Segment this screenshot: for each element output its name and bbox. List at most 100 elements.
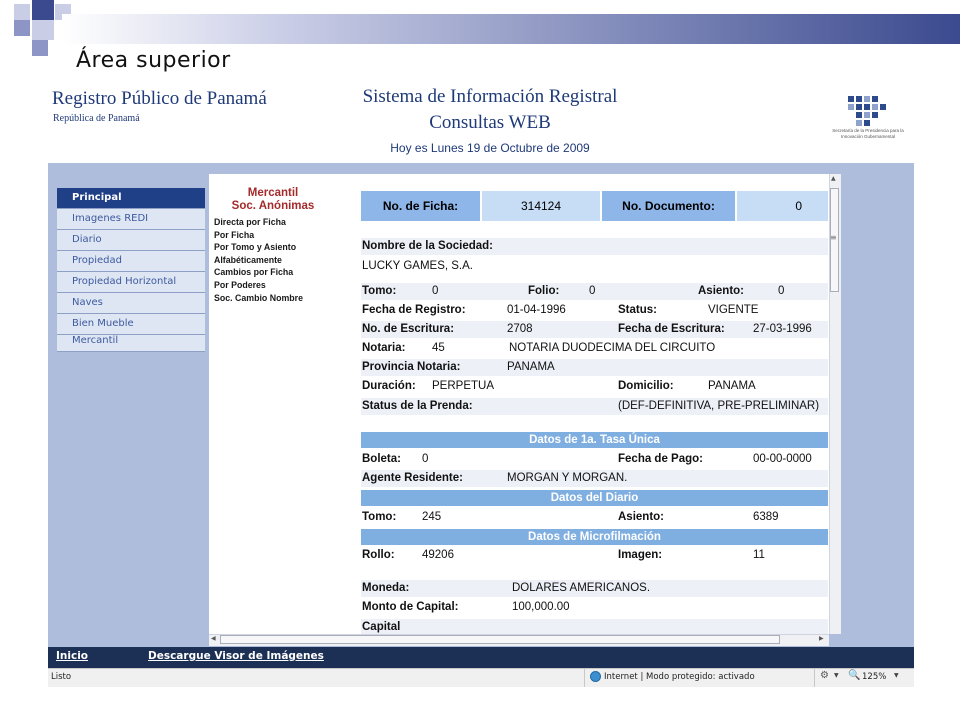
prenda-label: Status de la Prenda: — [362, 400, 473, 412]
left-navigation: Principal Imagenes REDI Diario Propiedad… — [57, 188, 205, 352]
imagen-value: 11 — [753, 549, 765, 561]
inicio-link[interactable]: Inicio — [56, 650, 88, 662]
nav-item-propiedad[interactable]: Propiedad — [57, 251, 205, 272]
ficha-value: 314124 — [520, 199, 562, 213]
status-separator — [584, 669, 585, 687]
status-label: Status: — [618, 304, 657, 316]
fecha-escritura-label: Fecha de Escritura: — [618, 323, 725, 335]
fecha-pago-label: Fecha de Pago: — [618, 453, 703, 465]
nav-item-mercantil[interactable]: Mercantil — [57, 335, 205, 352]
folio-label: Folio: — [528, 285, 560, 297]
ficha-label-box: No. de Ficha: — [361, 191, 480, 221]
decor-square — [32, 0, 54, 20]
system-subtitle: Consultas WEB — [429, 112, 551, 133]
system-title: Sistema de Información Registral — [362, 86, 618, 107]
diario-tomo-label: Tomo: — [362, 511, 397, 523]
nav-item-principal[interactable]: Principal — [57, 188, 205, 209]
descargue-visor-link[interactable]: Descargue Visor de Imágenes — [148, 650, 324, 662]
site-title: Registro Público de Panamá — [52, 88, 267, 109]
security-icon[interactable]: ⚙ — [820, 670, 829, 681]
date-text: Hoy es Lunes 19 de Octubre de 2009 — [390, 141, 590, 155]
decor-square — [14, 4, 30, 20]
ficha-label: No. de Ficha: — [382, 199, 459, 213]
submenu-link[interactable]: Alfabéticamente — [214, 254, 303, 267]
boleta-label: Boleta: — [362, 453, 401, 465]
slide-title: Área superior — [76, 48, 231, 73]
diario-asiento-label: Asiento: — [618, 511, 664, 523]
boleta-value: 0 — [422, 453, 429, 465]
folio-value: 0 — [589, 285, 596, 297]
submenu-links: Directa por Ficha Por Ficha Por Tomo y A… — [214, 216, 303, 304]
diario-asiento-value: 6389 — [753, 511, 779, 523]
status-separator — [814, 669, 815, 687]
notaria-label: Notaria: — [362, 342, 406, 354]
capital-monto-value: 100,000.00 — [512, 601, 570, 613]
decor-square — [14, 20, 30, 36]
scroll-up-arrow-icon[interactable]: ▲ — [831, 175, 836, 182]
agente-label: Agente Residente: — [362, 472, 463, 484]
submenu-link[interactable]: Por Tomo y Asiento — [214, 241, 303, 254]
tomo-value: 0 — [432, 285, 439, 297]
documento-value-box: 0 — [737, 191, 828, 221]
fecha-pago-value: 00-00-0000 — [753, 453, 812, 465]
microfilmacion-section-header: Datos de Microfilmación — [361, 529, 828, 545]
horizontal-scroll-thumb[interactable] — [220, 635, 780, 644]
imagen-label: Imagen: — [618, 549, 663, 561]
submenu-subheading: Soc. Anónimas — [231, 200, 315, 212]
site-header-center: Sistema de Información Registral Consult… — [330, 84, 650, 158]
submenu-link[interactable]: Directa por Ficha — [214, 216, 303, 229]
provincia-label: Provincia Notaria: — [362, 361, 461, 373]
globe-icon — [590, 671, 601, 682]
status-text: Listo — [51, 672, 72, 682]
status-value: VIGENTE — [708, 304, 759, 316]
provincia-value: PANAMA — [507, 361, 555, 373]
nav-item-imagenes-redi[interactable]: Imagenes REDI — [57, 209, 205, 230]
sociedad-label: Nombre de la Sociedad: — [362, 240, 494, 252]
duracion-label: Duración: — [362, 380, 416, 392]
asiento-label: Asiento: — [698, 285, 744, 297]
asiento-value: 0 — [778, 285, 785, 297]
zoom-level[interactable]: 125% — [862, 672, 886, 682]
zoom-dropdown-arrow-icon[interactable]: ▼ — [894, 672, 899, 679]
notaria-value: 45 — [432, 342, 445, 354]
scroll-right-arrow-icon[interactable]: ▶ — [819, 635, 824, 642]
site-subtitle: República de Panamá — [53, 113, 140, 124]
nav-item-naves[interactable]: Naves — [57, 293, 205, 314]
submenu-link[interactable]: Soc. Cambio Nombre — [214, 292, 303, 305]
browser-status-bar: Listo Internet | Modo protegido: activad… — [48, 668, 914, 687]
fecha-registro-value: 01-04-1996 — [507, 304, 566, 316]
submenu-link[interactable]: Por Poderes — [214, 279, 303, 292]
zoom-icon[interactable]: 🔍 — [848, 670, 860, 681]
ficha-value-box: 314124 — [482, 191, 600, 221]
fecha-registro-label: Fecha de Registro: — [362, 304, 466, 316]
dropdown-arrow-icon[interactable]: ▼ — [834, 672, 839, 679]
moneda-label: Moneda: — [362, 582, 410, 594]
moneda-value: DOLARES AMERICANOS. — [512, 582, 651, 594]
fecha-escritura-value: 27-03-1996 — [753, 323, 812, 335]
domicilio-label: Domicilio: — [618, 380, 674, 392]
zone-text: Internet | Modo protegido: activado — [604, 672, 755, 682]
rollo-label: Rollo: — [362, 549, 395, 561]
nav-item-diario[interactable]: Diario — [57, 230, 205, 251]
scroll-grip-icon: ≡ — [830, 233, 837, 242]
submenu-link[interactable]: Cambios por Ficha — [214, 266, 303, 279]
decor-band — [62, 14, 960, 44]
nav-item-propiedad-horizontal[interactable]: Propiedad Horizontal — [57, 272, 205, 293]
submenu-link[interactable]: Por Ficha — [214, 229, 303, 242]
nav-item-bien-mueble[interactable]: Bien Mueble — [57, 314, 205, 335]
decor-square — [32, 20, 54, 40]
tomo-label: Tomo: — [362, 285, 397, 297]
agente-value: MORGAN Y MORGAN. — [507, 472, 628, 484]
documento-value: 0 — [795, 199, 802, 213]
duracion-value: PERPETUA — [432, 380, 494, 392]
scroll-left-arrow-icon[interactable]: ◀ — [211, 635, 216, 642]
tasa-section-header: Datos de 1a. Tasa Única — [361, 432, 828, 448]
escritura-value: 2708 — [507, 323, 533, 335]
diario-tomo-value: 245 — [422, 511, 442, 523]
sociedad-value: LUCKY GAMES, S.A. — [362, 260, 473, 272]
capital-monto-label: Monto de Capital: — [362, 601, 459, 613]
domicilio-value: PANAMA — [708, 380, 756, 392]
decor-square — [32, 40, 48, 56]
logo-caption: Secretaría de la Presidencia para la Inn… — [832, 128, 904, 139]
documento-label-box: No. Documento: — [602, 191, 735, 221]
